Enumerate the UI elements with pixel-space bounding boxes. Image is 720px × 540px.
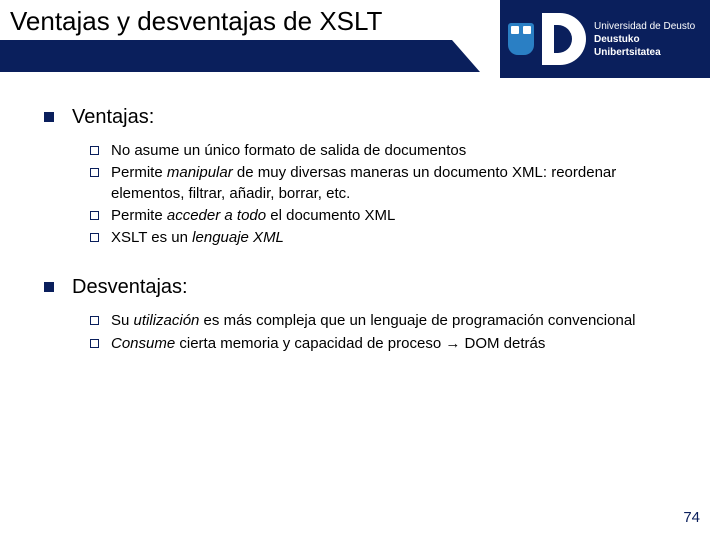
hollow-bullet-icon [90, 316, 99, 325]
item-text: Consume cierta memoria y capacidad de pr… [111, 334, 680, 354]
list-item: Consume cierta memoria y capacidad de pr… [90, 334, 680, 354]
hollow-bullet-icon [90, 146, 99, 155]
list-item: XSLT es un lenguaje XML [90, 228, 680, 248]
logo-text: Universidad de Deusto Deustuko Unibertsi… [594, 20, 702, 59]
title-underline-bar [0, 40, 452, 72]
title-bar-notch [452, 40, 480, 72]
university-logo: Universidad de Deusto Deustuko Unibertsi… [500, 0, 710, 78]
section-heading: Desventajas: [44, 276, 680, 299]
item-text: Permite manipular de muy diversas manera… [111, 163, 680, 204]
hollow-bullet-icon [90, 233, 99, 242]
square-bullet-icon [44, 112, 54, 122]
section-title: Desventajas: [72, 276, 188, 299]
shield-icon [508, 23, 534, 55]
section-title: Ventajas: [72, 106, 154, 129]
page-number: 74 [683, 509, 700, 526]
hollow-bullet-icon [90, 211, 99, 220]
item-text: No asume un único formato de salida de d… [111, 141, 680, 161]
item-text: Su utilización es más compleja que un le… [111, 311, 680, 331]
hollow-bullet-icon [90, 168, 99, 177]
section-desventajas: Desventajas: Su utilización es más compl… [44, 276, 680, 354]
item-text: XSLT es un lenguaje XML [111, 228, 680, 248]
item-list: Su utilización es más compleja que un le… [44, 311, 680, 354]
logo-line1: Universidad de Deusto [594, 20, 702, 33]
slide-title: Ventajas y desventajas de XSLT [10, 6, 382, 37]
section-ventajas: Ventajas: No asume un único formato de s… [44, 106, 680, 248]
section-heading: Ventajas: [44, 106, 680, 129]
letter-d-icon [542, 13, 586, 65]
item-text: Permite acceder a todo el documento XML [111, 206, 680, 226]
hollow-bullet-icon [90, 339, 99, 348]
list-item: Permite manipular de muy diversas manera… [90, 163, 680, 204]
list-item: Su utilización es más compleja que un le… [90, 311, 680, 331]
list-item: No asume un único formato de salida de d… [90, 141, 680, 161]
slide-header: Ventajas y desventajas de XSLT Universid… [0, 0, 720, 78]
item-list: No asume un único formato de salida de d… [44, 141, 680, 248]
logo-line2: Deustuko Unibertsitatea [594, 33, 702, 59]
slide-content: Ventajas: No asume un único formato de s… [0, 78, 720, 354]
list-item: Permite acceder a todo el documento XML [90, 206, 680, 226]
square-bullet-icon [44, 282, 54, 292]
